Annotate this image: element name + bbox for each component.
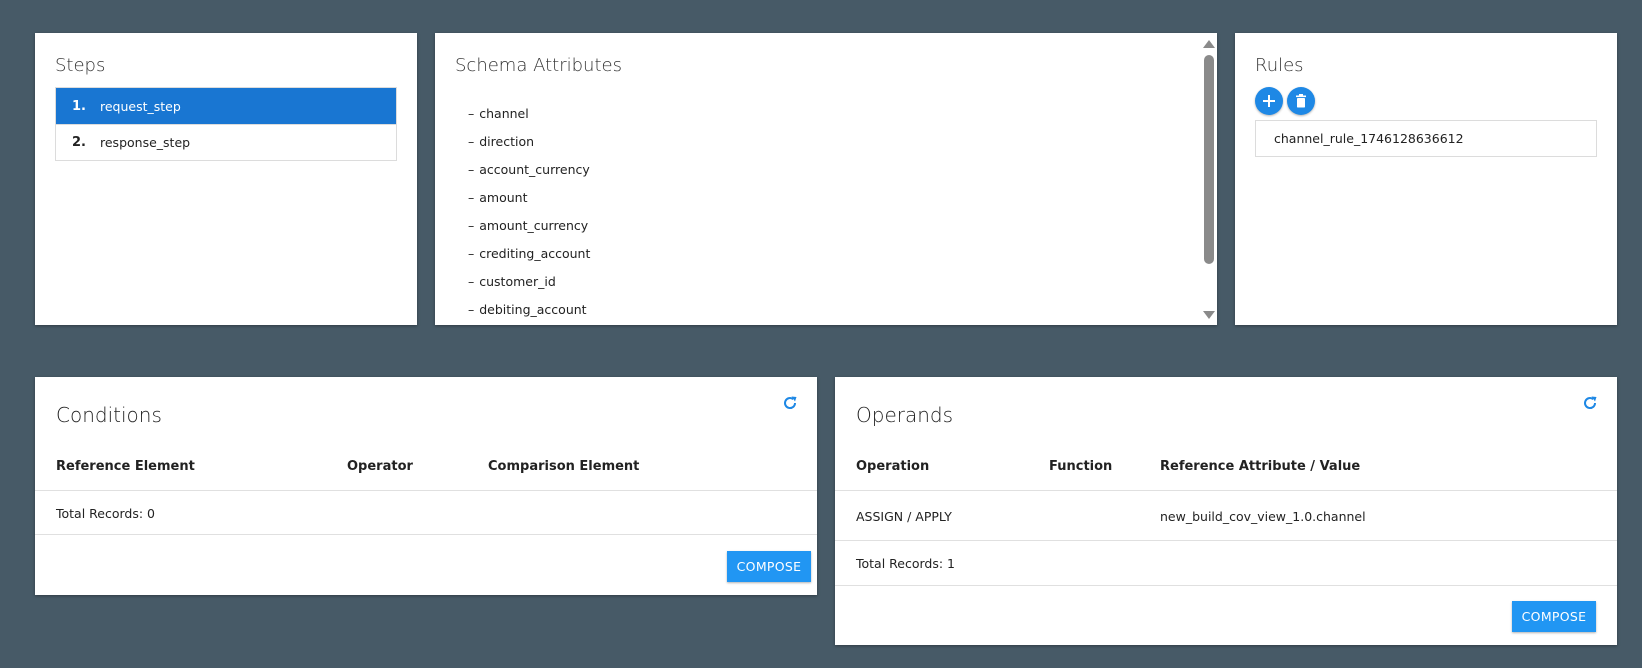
list-item[interactable]: – direction xyxy=(468,127,590,155)
refresh-icon[interactable] xyxy=(782,395,798,411)
dash-icon: – xyxy=(468,189,475,205)
column-header[interactable]: Operator xyxy=(347,459,413,474)
divider xyxy=(835,490,1617,491)
rule-item[interactable]: channel_rule_1746128636612 xyxy=(1255,120,1597,157)
list-item[interactable]: – crediting_account xyxy=(468,239,590,267)
dash-icon: – xyxy=(468,133,475,149)
column-header[interactable]: Reference Element xyxy=(56,459,195,474)
list-item[interactable]: – amount xyxy=(468,183,590,211)
step-label: response_step xyxy=(100,135,191,150)
dash-icon: – xyxy=(468,245,475,261)
total-records: Total Records: 0 xyxy=(56,506,156,521)
step-item-request[interactable]: 1. request_step xyxy=(56,88,396,124)
vertical-scrollbar[interactable] xyxy=(1201,33,1217,325)
column-header[interactable]: Comparison Element xyxy=(488,459,639,474)
schema-attributes-panel: Schema Attributes – channel – direction – a… xyxy=(435,33,1217,325)
attribute-label: channel xyxy=(479,105,529,121)
total-records: Total Records: 1 xyxy=(856,556,956,571)
column-header[interactable]: Reference Attribute / Value xyxy=(1160,459,1360,474)
step-number: 1. xyxy=(72,98,86,114)
refresh-icon[interactable] xyxy=(1582,395,1598,411)
compose-button[interactable]: COMPOSE xyxy=(1512,601,1596,632)
dash-icon: – xyxy=(468,301,475,317)
conditions-panel: Conditions Reference Element Operator Co… xyxy=(35,377,817,595)
attribute-label: crediting_account xyxy=(479,245,591,261)
operation-cell: ASSIGN / APPLY xyxy=(856,509,952,524)
rules-panel: Rules channel_rule_1746128636612 xyxy=(1235,33,1617,325)
schema-title: Schema Attributes xyxy=(455,55,622,76)
rules-title: Rules xyxy=(1255,55,1304,76)
attribute-label: customer_id xyxy=(479,273,556,289)
attribute-label: direction xyxy=(479,133,535,149)
dash-icon: – xyxy=(468,217,475,233)
divider xyxy=(35,490,817,491)
scroll-up-arrow-icon[interactable] xyxy=(1203,40,1215,48)
reference-cell: new_build_cov_view_1.0.channel xyxy=(1160,509,1366,524)
divider xyxy=(835,585,1617,586)
attribute-label: amount xyxy=(479,189,528,205)
scroll-down-arrow-icon[interactable] xyxy=(1203,311,1215,319)
operands-title: Operands xyxy=(856,403,954,427)
step-number: 2. xyxy=(72,135,86,150)
divider xyxy=(35,534,817,535)
list-item[interactable]: – customer_id xyxy=(468,267,590,295)
trash-icon xyxy=(1296,94,1306,108)
column-header[interactable]: Operation xyxy=(856,459,929,474)
divider xyxy=(835,540,1617,541)
steps-title: Steps xyxy=(55,55,106,76)
steps-panel: Steps 1. request_step 2. response_step xyxy=(35,33,417,325)
attribute-list: – channel – direction – account_currency – a… xyxy=(468,99,590,323)
add-rule-button[interactable] xyxy=(1255,87,1283,115)
dash-icon: – xyxy=(468,105,475,121)
scroll-thumb[interactable] xyxy=(1204,55,1214,264)
delete-rule-button[interactable] xyxy=(1287,87,1315,115)
step-label: request_step xyxy=(100,98,181,114)
compose-button[interactable]: COMPOSE xyxy=(727,551,811,582)
dash-icon: – xyxy=(468,273,475,289)
list-item[interactable]: – channel xyxy=(468,99,590,127)
attribute-label: debiting_account xyxy=(479,301,587,317)
rule-label: channel_rule_1746128636612 xyxy=(1274,131,1464,146)
list-item[interactable]: – amount_currency xyxy=(468,211,590,239)
column-header[interactable]: Function xyxy=(1049,459,1112,474)
list-item[interactable]: – debiting_account xyxy=(468,295,590,323)
step-item-response[interactable]: 2. response_step xyxy=(56,124,396,160)
attribute-label: account_currency xyxy=(479,161,590,177)
list-item[interactable]: – account_currency xyxy=(468,155,590,183)
plus-icon xyxy=(1263,95,1275,107)
conditions-title: Conditions xyxy=(56,403,162,427)
attribute-label: amount_currency xyxy=(479,217,589,233)
dash-icon: – xyxy=(468,161,475,177)
steps-list: 1. request_step 2. response_step xyxy=(55,87,397,161)
operands-panel: Operands Operation Function Reference At… xyxy=(835,377,1617,645)
